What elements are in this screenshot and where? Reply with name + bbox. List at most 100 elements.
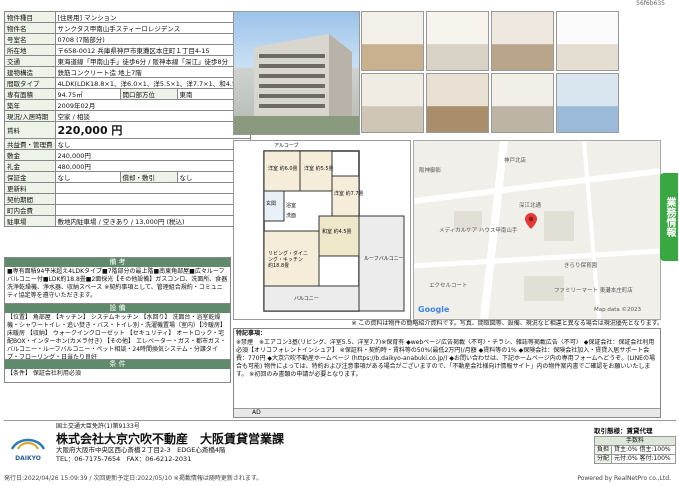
spec-value xyxy=(54,182,252,194)
property-pin-icon[interactable] xyxy=(525,213,537,229)
spec-label: 共益費・管理費 xyxy=(4,138,56,150)
ad-label: AD xyxy=(234,408,660,417)
floor-plan-room-label: 洋室 約5.5畳 xyxy=(304,166,334,172)
fee-row: 負担 貸主:0% 借主:100% xyxy=(594,446,676,455)
spec-row: 契約期間 xyxy=(4,193,252,205)
spec-value: 敷地内駐車場 / 空きあり / 13,000円 (税込) xyxy=(54,215,252,227)
spec-row: 保証金 なし 償却・敷引 なし xyxy=(4,171,252,183)
footer-powered-by: Powered by RealNetPro co.,Ltd. xyxy=(577,475,671,482)
spec-row: 礼金 480,000円 xyxy=(4,160,252,172)
room-photo-thumbnail[interactable] xyxy=(426,73,489,133)
building-exterior-photo xyxy=(233,11,360,135)
spec-value: 220,000 円 xyxy=(54,121,252,139)
business-info-tab[interactable]: 業務情報 xyxy=(660,173,678,261)
spec-row: 交通 東海道線「甲南山手」徒歩6分 / 阪神本線「深江」徒歩8分 xyxy=(4,55,252,67)
fee-row-value: 貸主:0% 借主:100% xyxy=(614,446,671,453)
spec-row: 共益費・管理費 なし xyxy=(4,138,252,150)
spec-value xyxy=(54,204,252,216)
spec-row: 築年 2009年02月 xyxy=(4,99,252,111)
spec-label: 駐車場 xyxy=(4,215,56,227)
floor-plan-room-label: 洗面 xyxy=(286,213,297,219)
room-photo-thumbnail[interactable] xyxy=(361,11,424,71)
conditions-title: 条 件 xyxy=(5,360,230,369)
map-label: 深江北通 xyxy=(519,203,542,209)
room-photo-thumbnail[interactable] xyxy=(556,73,619,133)
special-notes-box: 特記事項： ※禁煙 ※エアコン3基(リビング、洋室5.5、洋室7.7)※保育有 … xyxy=(233,328,661,418)
spec-row: 建物構造 鉄筋コンクリート造 地上7階 xyxy=(4,66,252,78)
spec-value: 2009年02月 xyxy=(54,99,252,111)
fee-table: 取引態様：賃貸代理 手数料 負担 貸主:0% 借主:100% 分配 元付:0% 客付:… xyxy=(594,427,676,464)
equipment-section: 設 備 【位置】 角部屋 【キッチン】 システムキッチン 【水回り】 洗面台・浴… xyxy=(4,303,231,360)
spec-row: 号室名 0708 (7階部分) xyxy=(4,33,252,45)
spec-row: 所在地 〒658-0012 兵庫県神戸市東灘区本庄町１丁目4-15 xyxy=(4,44,252,56)
spec-label: 契約期間 xyxy=(4,193,56,205)
map-label: エクセルコート xyxy=(429,283,468,289)
conditions-section: 条 件 【条件】 保証会社利用必須 xyxy=(4,359,231,383)
special-notes-text: ※禁煙 ※エアコン3基(リビング、洋室5.5、洋室7.7)※保育有 ◆webペー… xyxy=(236,339,655,378)
spec-value: 東海道線「甲南山手」徒歩6分 / 阪神本線「深江」徒歩8分 xyxy=(54,55,252,67)
spec-value: なし xyxy=(54,171,121,183)
spec-label: 築年 xyxy=(4,99,56,111)
room-photo-thumbnail[interactable] xyxy=(361,73,424,133)
spec-label: 建物構造 xyxy=(4,66,56,78)
spec-label: 現況/入居時期 xyxy=(4,110,56,122)
conditions-text: 【条件】 保証会社利用必須 xyxy=(7,370,81,377)
map-label: Google xyxy=(418,305,450,314)
spec-value: 空家 / 相談 xyxy=(54,110,252,122)
spec-row: 間取タイプ 4LDK(LDK18.8×1、洋6.0×1、洋5.5×1、洋7.7×1… xyxy=(4,77,252,89)
spec-label: 物件種目 xyxy=(4,11,56,23)
floor-plan-room-label: 洋室 約6.0畳 xyxy=(268,166,298,172)
fee-subheader: 手数料 xyxy=(594,436,676,446)
spec-label: 町内会費 xyxy=(4,204,56,216)
spec-value: 240,000円 xyxy=(54,149,252,161)
location-map[interactable]: 阪神御影 神戸北店 メディカルケア ハウス甲南山手 エクセルコート ファミリーマート 東… xyxy=(413,140,661,320)
floor-plan-room-label: 洋室 約7.7畳 xyxy=(334,191,364,197)
spec-value: なし xyxy=(54,138,252,150)
equipment-text: 【位置】 角部屋 【キッチン】 システムキッチン 【水回り】 洗面台・浴室乾燥機… xyxy=(7,314,227,359)
spec-value: 鉄筋コンクリート造 地上7階 xyxy=(54,66,252,78)
remarks-title: 備 考 xyxy=(5,258,230,267)
room-photo-thumbnail[interactable] xyxy=(491,73,554,133)
spec-row: 更新料 xyxy=(4,182,252,194)
room-photo-thumbnail[interactable] xyxy=(426,11,489,71)
spec-value xyxy=(54,193,252,205)
spec-row: 専有面積 94.75㎡ 開口部方位 東南 xyxy=(4,88,252,100)
spec-value: 4LDK(LDK18.8×1、洋6.0×1、洋5.5×1、洋7.7×1、和4.5… xyxy=(54,77,252,89)
disclaimer-note: ※ この資料は物件の簡略紹介資料です。写真、間取図等、設備、現況など相違と異なる… xyxy=(351,320,663,327)
opening-label: 開口部方位 xyxy=(119,88,178,100)
fee-row-label: 負担 xyxy=(595,446,612,454)
spec-row: 物件種目 [住居用] マンション xyxy=(4,11,252,23)
map-label: メディカルケア ハウス甲南山手 xyxy=(439,228,518,234)
remarks-text: ■専有面積94平米超え4LDKタイプ■7階部分の最上階■南東角部屋■広々ルーフバ… xyxy=(7,268,228,299)
company-name: 株式会社大京穴吹不動産 大阪賃貸営業課 xyxy=(56,432,285,446)
doc-id: 56f6b635 xyxy=(636,0,665,7)
spec-label: 号室名 xyxy=(4,33,56,45)
spec-value: 94.75㎡ xyxy=(54,88,121,100)
spec-value: 0708 (7階部分) xyxy=(54,33,252,45)
spec-value: [住居用] マンション xyxy=(54,11,252,23)
company-phone: TEL：06-7175-7654 FAX：06-6212-2031 xyxy=(56,455,192,463)
remarks-section: 備 考 ■専有面積94平米超え4LDKタイプ■7階部分の最上階■南東角部屋■広々… xyxy=(4,257,231,304)
footer-issue-date: 発行日:2022/04/26 15:09:39 / 次回更新予定日:2022/0… xyxy=(4,475,263,482)
spec-label: 間取タイプ xyxy=(4,77,56,89)
spec-label: 物件名 xyxy=(4,22,56,34)
room-photo-thumbnail[interactable] xyxy=(556,11,619,71)
map-label: ファミリーマート 東灘本庄町店 xyxy=(554,288,633,294)
spec-label: 所在地 xyxy=(4,44,56,56)
deposit-deduction-label: 償却・敷引 xyxy=(119,171,178,183)
spec-row: 賃料 220,000 円 xyxy=(4,121,252,139)
spec-row: 駐車場 敷地内駐車場 / 空きあり / 13,000円 (税込) xyxy=(4,215,252,227)
floor-plan-room-label: アルコーブ xyxy=(274,143,299,149)
floor-plan-room-label: 和室 約4.5畳 xyxy=(322,229,352,235)
fee-row-value: 元付:0% 客付:100% xyxy=(614,455,671,462)
spec-value: 480,000円 xyxy=(54,160,252,172)
floor-plan-room-label: バルコニー xyxy=(294,296,319,302)
map-label: Map data ©2023 xyxy=(594,307,641,313)
transaction-type: 取引態様：賃貸代理 xyxy=(594,427,653,435)
map-label: 神戸北店 xyxy=(504,158,527,164)
room-photo-thumbnail[interactable] xyxy=(491,11,554,71)
floor-plan: 洋室 約6.0畳 洋室 約5.5畳 洋室 約7.7畳 和室 約4.5畳 リビング・ダイニ… xyxy=(233,140,411,320)
company-logo: DAIKYO xyxy=(8,435,48,462)
spec-label: 専有面積 xyxy=(4,88,56,100)
floor-plan-room-label: 浴室 xyxy=(286,203,297,209)
